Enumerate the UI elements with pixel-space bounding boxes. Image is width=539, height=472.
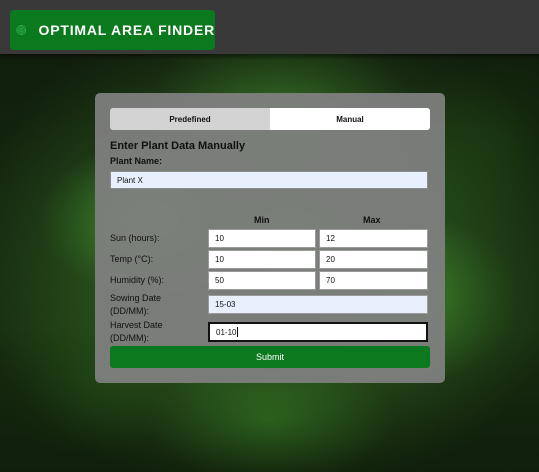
humidity-label: Humidity (%): bbox=[110, 275, 165, 285]
sowing-date-label-line1: Sowing Date bbox=[110, 293, 162, 303]
temp-min-input[interactable]: 10 bbox=[208, 250, 316, 269]
form-heading: Enter Plant Data Manually bbox=[110, 140, 246, 152]
sowing-date-label: Sowing Date (DD/MM): bbox=[110, 292, 161, 318]
brand-title: OPTIMAL AREA FINDER bbox=[38, 22, 215, 38]
tab-predefined[interactable]: Predefined bbox=[110, 108, 270, 130]
humidity-min-input[interactable]: 50 bbox=[208, 271, 316, 290]
harvest-date-label: Harvest Date (DD/MM): bbox=[110, 319, 163, 345]
plant-name-input[interactable]: Plant X bbox=[110, 171, 428, 189]
harvest-date-label-line2: (DD/MM): bbox=[110, 333, 149, 343]
harvest-date-input[interactable]: 01-10 bbox=[208, 322, 428, 342]
sun-hours-label: Sun (hours): bbox=[110, 233, 160, 243]
target-leaf-icon bbox=[16, 25, 27, 35]
min-column-header: Min bbox=[254, 215, 270, 225]
temp-label: Temp (°C): bbox=[110, 254, 154, 264]
sowing-date-label-line2: (DD/MM): bbox=[110, 306, 149, 316]
top-bar-shadow bbox=[0, 54, 539, 60]
plant-name-label: Plant Name: bbox=[110, 156, 163, 166]
humidity-max-input[interactable]: 70 bbox=[319, 271, 428, 290]
harvest-date-label-line1: Harvest Date bbox=[110, 320, 163, 330]
submit-button[interactable]: Submit bbox=[110, 346, 430, 368]
sun-max-input[interactable]: 12 bbox=[319, 229, 428, 248]
text-caret bbox=[237, 327, 239, 337]
tab-manual[interactable]: Manual bbox=[270, 108, 430, 130]
temp-max-input[interactable]: 20 bbox=[319, 250, 428, 269]
plant-form-panel: Predefined Manual Enter Plant Data Manua… bbox=[95, 93, 445, 383]
brand-logo[interactable]: OPTIMAL AREA FINDER bbox=[10, 10, 215, 50]
mode-tabs: Predefined Manual bbox=[110, 108, 430, 130]
harvest-date-value: 01-10 bbox=[216, 327, 237, 337]
max-column-header: Max bbox=[363, 215, 381, 225]
sowing-date-input[interactable]: 15-03 bbox=[208, 295, 428, 314]
sun-min-input[interactable]: 10 bbox=[208, 229, 316, 248]
